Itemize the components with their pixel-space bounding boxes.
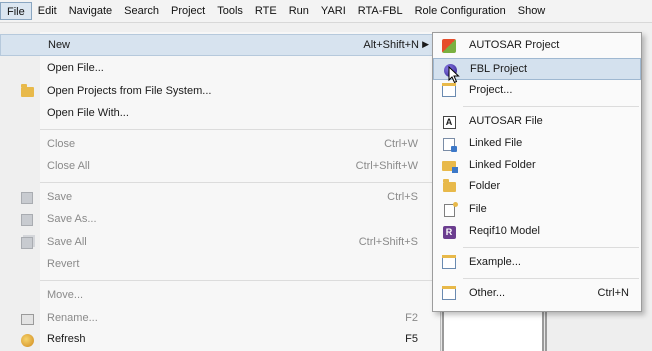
- menu-item-label: Save All: [47, 236, 87, 248]
- menu-run[interactable]: Run: [283, 2, 315, 20]
- menu-item-label: Close: [47, 138, 76, 150]
- submenu-item-fbl-project[interactable]: FBL Project: [433, 58, 641, 80]
- menu-item-save[interactable]: Save Ctrl+S: [0, 187, 440, 209]
- autosar-project-icon: [441, 38, 457, 54]
- menu-item-label: Close All: [47, 160, 90, 172]
- submenu-item-label: AUTOSAR Project: [469, 39, 560, 51]
- menu-item-label: Save: [47, 191, 73, 203]
- menu-item-close-all[interactable]: Close All Ctrl+Shift+W: [0, 156, 440, 178]
- menu-item-label: New: [48, 39, 71, 51]
- refresh-icon: [20, 333, 34, 347]
- menu-separator: [40, 280, 436, 281]
- menu-edit[interactable]: Edit: [32, 2, 63, 20]
- file-menu: New Alt+Shift+N ▶ Open File... Open Proj…: [0, 32, 441, 351]
- linked-folder-icon: [441, 158, 458, 174]
- menu-rte[interactable]: RTE: [249, 2, 283, 20]
- menu-rta-fbl[interactable]: RTA-FBL: [352, 2, 409, 20]
- submenu-item-label: Linked File: [469, 137, 523, 149]
- menu-item-label: Rename...: [47, 312, 98, 324]
- save-as-icon: [20, 213, 34, 227]
- submenu-separator: [463, 247, 639, 248]
- new-submenu: AUTOSAR Project FBL Project Project... A…: [432, 32, 642, 312]
- menu-item-shortcut: Ctrl+Shift+S: [358, 236, 418, 248]
- submenu-item-label: Example...: [469, 256, 521, 268]
- submenu-item-folder[interactable]: Folder: [433, 176, 641, 198]
- menu-search[interactable]: Search: [118, 2, 165, 20]
- menu-project[interactable]: Project: [165, 2, 211, 20]
- submenu-item-other[interactable]: Other... Ctrl+N: [433, 283, 641, 305]
- menu-item-new[interactable]: New Alt+Shift+N ▶: [0, 34, 440, 56]
- menu-item-shortcut: Ctrl+Shift+W: [355, 160, 418, 172]
- menu-item-open-file-with[interactable]: Open File With...: [0, 103, 440, 125]
- menu-role-configuration[interactable]: Role Configuration: [409, 2, 512, 20]
- menu-item-revert[interactable]: Revert: [0, 254, 440, 276]
- menu-item-label: Save As...: [47, 213, 97, 225]
- submenu-separator: [463, 106, 639, 107]
- folder-icon: [441, 179, 457, 195]
- submenu-item-label: AUTOSAR File: [469, 115, 543, 127]
- submenu-item-label: Other...: [469, 287, 506, 299]
- menu-item-label: Open Projects from File System...: [47, 85, 212, 97]
- editor-panel: [442, 310, 544, 351]
- submenu-item-label: Project...: [469, 84, 513, 96]
- menu-show[interactable]: Show: [512, 2, 552, 20]
- submenu-item-label: File: [469, 203, 487, 215]
- submenu-item-reqif-model[interactable]: R Reqif10 Model: [433, 221, 641, 243]
- submenu-item-label: FBL Project: [470, 63, 528, 75]
- submenu-item-autosar-file[interactable]: A AUTOSAR File: [433, 111, 641, 133]
- menu-item-label: Open File...: [47, 62, 104, 74]
- menu-item-refresh[interactable]: Refresh F5: [0, 329, 440, 351]
- other-icon: [441, 286, 457, 302]
- save-all-icon: [20, 236, 34, 250]
- menu-item-shortcut: F2: [405, 312, 418, 324]
- menu-item-label: Move...: [47, 289, 84, 301]
- submenu-item-autosar-project[interactable]: AUTOSAR Project: [433, 35, 641, 57]
- open-folder-icon: [20, 84, 34, 99]
- submenu-item-file[interactable]: File: [433, 199, 641, 221]
- rename-icon: [20, 312, 34, 326]
- menu-item-label: Open File With...: [47, 107, 129, 119]
- save-icon: [20, 191, 34, 205]
- submenu-item-label: Folder: [469, 180, 501, 192]
- menu-navigate[interactable]: Navigate: [63, 2, 118, 20]
- submenu-item-project[interactable]: Project...: [433, 80, 641, 102]
- project-icon: [441, 83, 457, 99]
- menu-item-save-as[interactable]: Save As...: [0, 209, 440, 231]
- linked-file-icon: [441, 136, 457, 152]
- submenu-item-label: Reqif10 Model: [469, 225, 540, 237]
- menu-item-label: Revert: [47, 258, 80, 270]
- submenu-arrow-icon: ▶: [422, 39, 429, 49]
- menu-item-save-all[interactable]: Save All Ctrl+Shift+S: [0, 232, 440, 254]
- menu-item-shortcut: Alt+Shift+N: [363, 39, 419, 51]
- reqif-model-icon: R: [441, 224, 457, 240]
- menu-separator: [40, 129, 436, 130]
- menu-item-close[interactable]: Close Ctrl+W: [0, 134, 440, 156]
- menu-item-move[interactable]: Move...: [0, 285, 440, 307]
- side-panel: [545, 310, 652, 351]
- submenu-separator: [463, 278, 639, 279]
- menu-item-open-projects[interactable]: Open Projects from File System...: [0, 81, 440, 103]
- example-icon: [441, 255, 457, 271]
- submenu-item-shortcut: Ctrl+N: [597, 287, 629, 299]
- file-icon: [441, 201, 458, 218]
- submenu-item-example[interactable]: Example...: [433, 252, 641, 274]
- submenu-item-linked-folder[interactable]: Linked Folder: [433, 155, 641, 177]
- menu-file[interactable]: File: [0, 2, 32, 20]
- menu-item-shortcut: Ctrl+W: [384, 138, 418, 150]
- menu-separator: [40, 182, 436, 183]
- menu-tools[interactable]: Tools: [211, 2, 249, 20]
- submenu-item-linked-file[interactable]: Linked File: [433, 133, 641, 155]
- submenu-item-label: Linked Folder: [469, 159, 536, 171]
- menu-yari[interactable]: YARI: [315, 2, 352, 20]
- menu-item-open-file[interactable]: Open File...: [0, 58, 440, 80]
- menu-item-rename[interactable]: Rename... F2: [0, 308, 440, 330]
- menu-item-shortcut: Ctrl+S: [387, 191, 418, 203]
- menu-bar: File Edit Navigate Search Project Tools …: [0, 0, 652, 23]
- menu-item-label: Refresh: [47, 333, 86, 345]
- autosar-file-icon: A: [441, 114, 457, 130]
- menu-item-shortcut: F5: [405, 333, 418, 345]
